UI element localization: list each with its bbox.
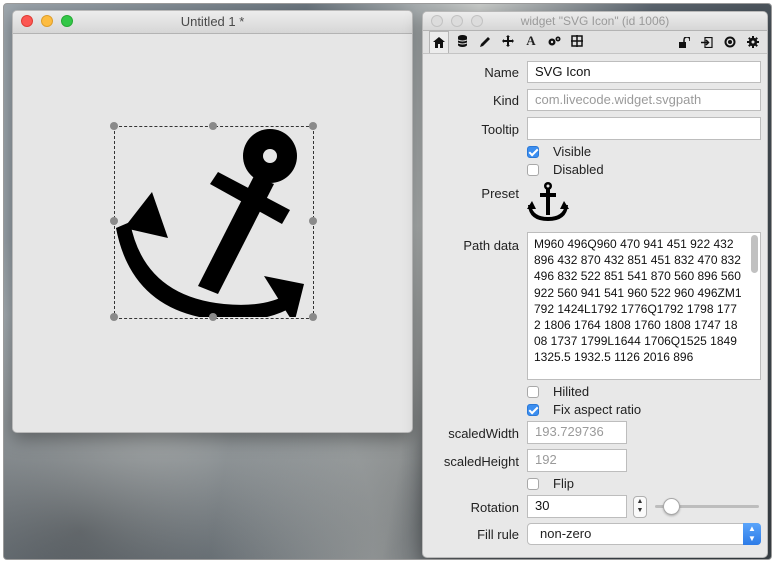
scaled-height-label: scaledHeight — [443, 454, 519, 469]
text-icon[interactable]: A — [521, 31, 541, 51]
visible-label: Visible — [553, 144, 592, 159]
inspector-title: widget "SVG Icon" (id 1006) — [520, 14, 670, 28]
scaled-width-label: scaledWidth — [448, 426, 519, 441]
path-data-field[interactable]: M960 496Q960 470 941 451 922 432 896 432… — [527, 232, 761, 380]
visible-checkbox[interactable] — [527, 146, 539, 158]
disabled-checkbox[interactable] — [527, 164, 539, 176]
gears-icon[interactable] — [544, 31, 564, 51]
disabled-label: Disabled — [553, 162, 604, 177]
resize-handle[interactable] — [209, 313, 217, 321]
rotation-slider-knob[interactable] — [663, 498, 680, 515]
chevron-updown-icon[interactable]: ▲ ▼ — [743, 523, 761, 545]
rotation-field[interactable]: 30 — [527, 495, 627, 518]
hilited-label: Hilited — [553, 384, 590, 399]
database-icon[interactable] — [452, 31, 472, 51]
screen: Untitled 1 * widget "SVG Icon" (id 1006)… — [3, 3, 772, 560]
fill-rule-value: non-zero — [540, 526, 592, 541]
kind-label: Kind — [492, 93, 519, 108]
resize-handle[interactable] — [110, 313, 118, 321]
tooltip-field[interactable] — [527, 117, 761, 140]
hilited-checkbox[interactable] — [527, 386, 539, 398]
stack-titlebar[interactable]: Untitled 1 * — [13, 11, 412, 34]
exit-icon[interactable] — [697, 32, 717, 52]
tooltip-label: Tooltip — [481, 122, 519, 137]
stack-window[interactable]: Untitled 1 * — [12, 10, 413, 433]
rotation-label: Rotation — [470, 500, 519, 515]
resize-handle[interactable] — [309, 122, 317, 130]
scaled-height-field: 192 — [527, 449, 627, 472]
stack-title: Untitled 1 * — [180, 14, 245, 29]
name-field[interactable]: SVG Icon — [527, 61, 761, 83]
move-icon[interactable] — [498, 31, 518, 51]
selection-rectangle — [114, 126, 314, 319]
property-inspector[interactable]: widget "SVG Icon" (id 1006) A Name SVG I… — [422, 11, 768, 558]
path-data-text: M960 496Q960 470 941 451 922 432 896 432… — [534, 237, 742, 365]
path-data-scrollbar[interactable] — [751, 235, 758, 377]
fill-rule-label: Fill rule — [477, 527, 519, 542]
flip-label: Flip — [553, 476, 574, 491]
resize-handle[interactable] — [110, 122, 118, 130]
anchor-icon[interactable] — [527, 181, 569, 223]
scrollbar-thumb[interactable] — [751, 235, 758, 273]
pencil-icon[interactable] — [475, 31, 495, 51]
resize-handle[interactable] — [309, 313, 317, 321]
target-icon[interactable] — [720, 32, 740, 52]
home-icon[interactable] — [429, 31, 449, 53]
name-label: Name — [484, 65, 519, 80]
resize-handle[interactable] — [209, 122, 217, 130]
fill-rule-select[interactable]: non-zero ▲ ▼ — [527, 523, 761, 545]
inspector-toolbar: A — [423, 31, 767, 54]
resize-handle[interactable] — [309, 217, 317, 225]
preset-label: Preset — [481, 186, 519, 201]
resize-handle[interactable] — [110, 217, 118, 225]
fix-aspect-ratio-checkbox[interactable] — [527, 404, 539, 416]
inspector-titlebar[interactable]: widget "SVG Icon" (id 1006) — [423, 12, 767, 31]
scaled-width-field: 193.729736 — [527, 421, 627, 444]
rotation-stepper[interactable]: ▲ ▼ — [633, 496, 647, 518]
lock-icon[interactable] — [674, 32, 694, 52]
flip-checkbox[interactable] — [527, 478, 539, 490]
path-data-label: Path data — [463, 238, 519, 253]
stack-canvas[interactable] — [13, 34, 412, 432]
kind-field: com.livecode.widget.svgpath — [527, 89, 761, 111]
fix-aspect-ratio-label: Fix aspect ratio — [553, 402, 642, 417]
grid-icon[interactable] — [567, 31, 587, 51]
gear-icon[interactable] — [743, 32, 763, 52]
